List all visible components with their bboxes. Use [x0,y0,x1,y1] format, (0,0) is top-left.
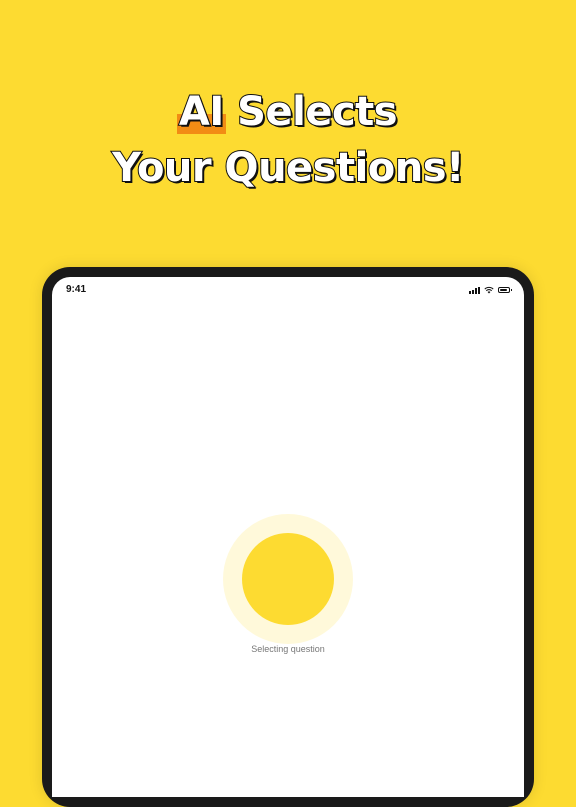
loading-indicator [223,514,353,644]
loading-caption: Selecting question [251,644,325,654]
headline-highlight-word: AI [178,88,225,136]
signal-icon [469,286,480,294]
status-time: 9:41 [66,284,87,295]
promo-headline: AI Selects Your Questions! [0,84,576,196]
headline-highlight: AI [176,84,226,140]
status-bar: 9:41 [52,277,524,305]
headline-line-1-rest: Selects [236,88,398,136]
status-icons [469,286,512,294]
wifi-icon [484,286,494,294]
loading-indicator-core [242,533,334,625]
device-screen: 9:41 Selecting question [52,277,524,797]
battery-icon [498,287,512,293]
headline-line-1: AI Selects [0,84,576,140]
headline-line-2: Your Questions! [111,144,465,192]
